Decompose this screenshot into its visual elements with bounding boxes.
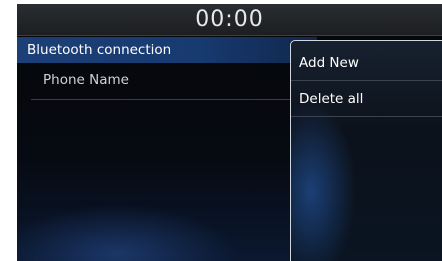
device-name: Phone Name <box>43 72 129 88</box>
add-new-label: Add New <box>299 55 359 71</box>
bluetooth-connection-header: Bluetooth connection <box>17 37 317 63</box>
infotainment-screen: 00:00 Bluetooth connection Phone Name Ad… <box>17 4 442 261</box>
status-bar: 00:00 <box>17 4 442 36</box>
options-menu: Add New Delete all <box>290 40 442 261</box>
clock: 00:00 <box>195 7 264 32</box>
device-list-item[interactable]: Phone Name <box>31 66 293 100</box>
delete-all-label: Delete all <box>299 91 364 107</box>
add-new-button[interactable]: Add New <box>291 45 442 81</box>
delete-all-button[interactable]: Delete all <box>291 81 442 117</box>
